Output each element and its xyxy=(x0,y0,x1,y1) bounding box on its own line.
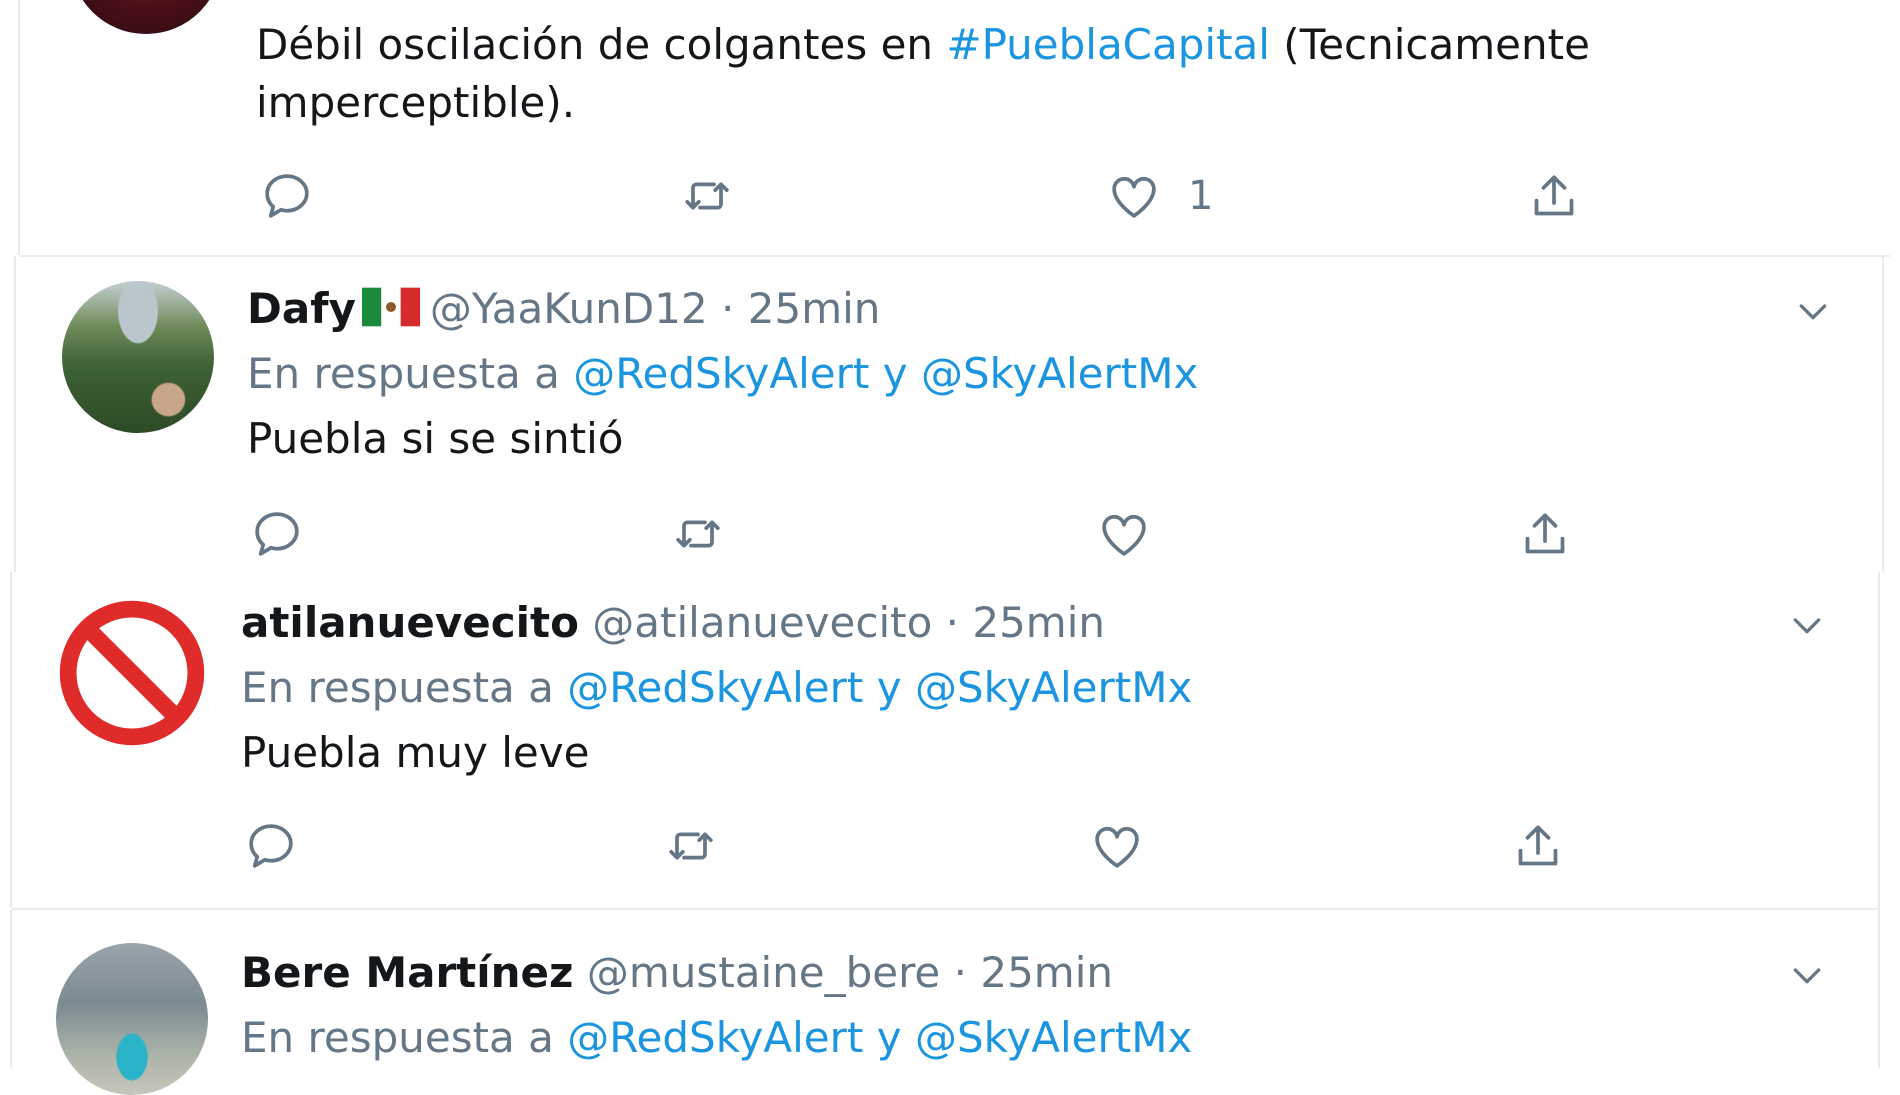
reply-context: En respuesta a @RedSkyAlert y @SkyAlertM… xyxy=(241,660,1192,716)
heart-icon[interactable] xyxy=(1089,818,1145,874)
tweet-0[interactable]: Débil oscilación de colgantes en #Puebla… xyxy=(0,0,1900,255)
share-icon[interactable] xyxy=(1526,168,1582,224)
like-count: 1 xyxy=(1188,173,1214,219)
tweet-text: Puebla muy leve xyxy=(241,728,590,777)
heart-icon[interactable] xyxy=(1106,168,1162,224)
reply-context: En respuesta a @RedSkyAlert y @SkyAlertM… xyxy=(247,346,1198,402)
tweet-header: Bere Martínez @mustaine_bere · 25min xyxy=(241,945,1113,1001)
mexico-flag-icon xyxy=(361,287,420,327)
tweet-feed: Débil oscilación de colgantes en #Puebla… xyxy=(0,0,1900,1095)
mention-link[interactable]: @SkyAlertMx xyxy=(921,349,1198,398)
share-icon[interactable] xyxy=(1510,818,1566,874)
reply-icon[interactable] xyxy=(259,168,315,224)
divider xyxy=(10,910,12,1068)
display-name[interactable]: Bere Martínez xyxy=(241,948,573,997)
tweet-1[interactable]: Dafy @YaaKunD12 · 25min En respuesta a @R… xyxy=(0,256,1900,572)
divider xyxy=(14,256,16,572)
separator: · xyxy=(721,284,735,333)
reply-conjunction: y xyxy=(882,349,908,398)
timestamp[interactable]: 25min xyxy=(972,598,1105,647)
divider xyxy=(1878,910,1880,1068)
mention-link[interactable]: @RedSkyAlert xyxy=(567,1013,863,1062)
reply-prefix: En respuesta a xyxy=(241,663,554,712)
separator: · xyxy=(953,948,967,997)
reply-prefix: En respuesta a xyxy=(247,349,560,398)
tweet-header: Dafy @YaaKunD12 · 25min xyxy=(247,281,880,337)
reply-conjunction: y xyxy=(876,1013,902,1062)
tweet-text: Débil oscilación de colgantes en #Puebla… xyxy=(256,16,1656,132)
mention-link[interactable]: @SkyAlertMx xyxy=(915,663,1192,712)
timestamp[interactable]: 25min xyxy=(980,948,1113,997)
divider xyxy=(1878,572,1880,908)
reply-context: En respuesta a @RedSkyAlert y @SkyAlertM… xyxy=(241,1010,1192,1066)
tweet-text-part: Débil oscilación de colgantes en xyxy=(256,20,947,69)
chevron-down-icon[interactable] xyxy=(1787,605,1827,645)
tweet-3[interactable]: Bere Martínez @mustaine_bere · 25min En … xyxy=(0,910,1900,1095)
chevron-down-icon[interactable] xyxy=(1793,291,1833,331)
user-handle[interactable]: @atilanuevecito xyxy=(592,598,932,647)
mention-link[interactable]: @SkyAlertMx xyxy=(915,1013,1192,1062)
prohibited-sign-icon[interactable] xyxy=(56,597,208,749)
reply-icon[interactable] xyxy=(243,818,299,874)
divider xyxy=(1882,256,1884,572)
divider xyxy=(18,0,20,255)
reply-icon[interactable] xyxy=(249,506,305,562)
tweet-header: atilanuevecito @atilanuevecito · 25min xyxy=(241,595,1105,651)
hashtag-link[interactable]: #PueblaCapital xyxy=(946,20,1270,69)
display-name[interactable]: Dafy xyxy=(247,284,356,333)
tweet-2[interactable]: atilanuevecito @atilanuevecito · 25min E… xyxy=(0,572,1900,908)
reply-conjunction: y xyxy=(876,663,902,712)
retweet-icon[interactable] xyxy=(663,818,719,874)
user-handle[interactable]: @mustaine_bere xyxy=(587,948,940,997)
share-icon[interactable] xyxy=(1517,506,1573,562)
separator: · xyxy=(945,598,959,647)
avatar[interactable] xyxy=(70,0,222,34)
avatar[interactable] xyxy=(56,943,208,1095)
display-name[interactable]: atilanuevecito xyxy=(241,598,579,647)
mention-link[interactable]: @RedSkyAlert xyxy=(567,663,863,712)
heart-icon[interactable] xyxy=(1096,506,1152,562)
retweet-icon[interactable] xyxy=(670,506,726,562)
reply-prefix: En respuesta a xyxy=(241,1013,554,1062)
avatar[interactable] xyxy=(62,281,214,433)
mention-link[interactable]: @RedSkyAlert xyxy=(573,349,869,398)
user-handle[interactable]: @YaaKunD12 xyxy=(430,284,708,333)
tweet-text: Puebla si se sintió xyxy=(247,414,624,463)
divider xyxy=(10,572,12,908)
timestamp[interactable]: 25min xyxy=(748,284,881,333)
retweet-icon[interactable] xyxy=(679,168,735,224)
chevron-down-icon[interactable] xyxy=(1787,955,1827,995)
